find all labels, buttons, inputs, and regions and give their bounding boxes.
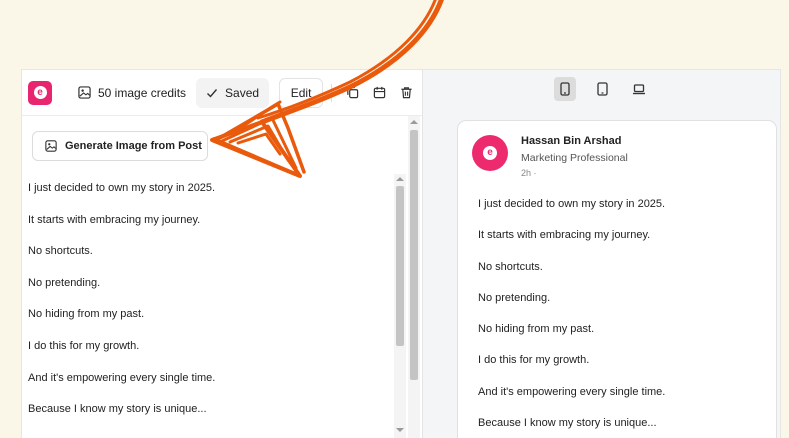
image-credits: 50 image credits (78, 86, 186, 100)
scroll-down-arrow-icon[interactable] (396, 428, 404, 432)
image-icon (78, 86, 91, 99)
saved-status: Saved (196, 77, 270, 108)
textarea-scrollbar[interactable] (394, 174, 406, 438)
phone-icon (560, 82, 570, 96)
post-line: I just decided to own my story in 2025. (28, 182, 216, 194)
tablet-icon (596, 82, 608, 96)
edit-button-label: Edit (290, 85, 312, 100)
toolbar-divider (331, 83, 333, 102)
laptop-icon (633, 84, 645, 95)
desktop-view-button[interactable] (628, 77, 650, 101)
logo-letter: e (33, 86, 47, 99)
editor-scrollbar[interactable] (408, 116, 420, 438)
checkmark-icon (207, 88, 218, 98)
calendar-icon (373, 86, 386, 99)
post-line: It starts with embracing my journey. (28, 213, 201, 226)
post-preview-card: e Hassan Bin Arshad Marketing Profession… (457, 120, 777, 438)
device-selector (423, 70, 780, 108)
post-line: I do this for my growth. (28, 339, 140, 352)
scroll-up-arrow-icon[interactable] (396, 177, 404, 181)
copy-icon (347, 86, 359, 99)
preview-line: No shortcuts. (478, 260, 543, 273)
preview-pane: e Hassan Bin Arshad Marketing Profession… (422, 70, 780, 438)
delete-button[interactable] (400, 86, 413, 99)
editor-scroll-thumb[interactable] (410, 130, 418, 380)
preview-line: No hiding from my past. (478, 323, 595, 336)
textarea-scroll-thumb[interactable] (396, 186, 404, 346)
scroll-up-arrow-icon[interactable] (410, 120, 418, 124)
post-line: No shortcuts. (28, 245, 93, 258)
generate-image-button[interactable]: Generate Image from Post (32, 131, 208, 161)
mobile-view-button[interactable] (554, 77, 576, 101)
app-window: e 50 image credits Saved Edit Generate I… (22, 70, 780, 438)
image-icon (45, 140, 57, 152)
preview-line: No pretending. (478, 291, 551, 304)
saved-label: Saved (225, 85, 260, 100)
post-line: No pretending. (28, 276, 101, 289)
tablet-view-button[interactable] (591, 77, 613, 101)
preview-line: I do this for my growth. (478, 354, 590, 367)
avatar-letter: e (483, 146, 497, 160)
preview-line: I just decided to own my story in 2025. (478, 198, 666, 210)
author-headline: Marketing Professional (521, 152, 628, 164)
preview-line: And it's empowering every single time. (478, 385, 666, 398)
editor-pane: e 50 image credits Saved Edit Generate I… (22, 70, 422, 438)
post-editor-textarea[interactable]: I just decided to own my story in 2025. … (28, 182, 398, 435)
preview-post-text: I just decided to own my story in 2025. … (478, 198, 768, 438)
image-credits-label: 50 image credits (98, 85, 187, 100)
author-name: Hassan Bin Arshad (521, 135, 622, 147)
schedule-button[interactable] (373, 86, 386, 99)
trash-icon (401, 87, 412, 99)
copy-button[interactable] (346, 86, 359, 99)
post-time: 2h · (521, 168, 537, 178)
app-logo[interactable]: e (28, 80, 52, 105)
post-line: And it's empowering every single time. (28, 371, 216, 384)
post-line: No hiding from my past. (28, 308, 145, 321)
post-line: Because I know my story is unique... (28, 403, 207, 416)
edit-button[interactable]: Edit (279, 77, 324, 108)
preview-line: Because I know my story is unique... (478, 417, 657, 430)
preview-line: It starts with embracing my journey. (478, 229, 651, 242)
avatar: e (472, 135, 508, 171)
editor-toolbar: e 50 image credits Saved Edit (22, 70, 422, 116)
generate-image-label: Generate Image from Post (65, 140, 202, 152)
